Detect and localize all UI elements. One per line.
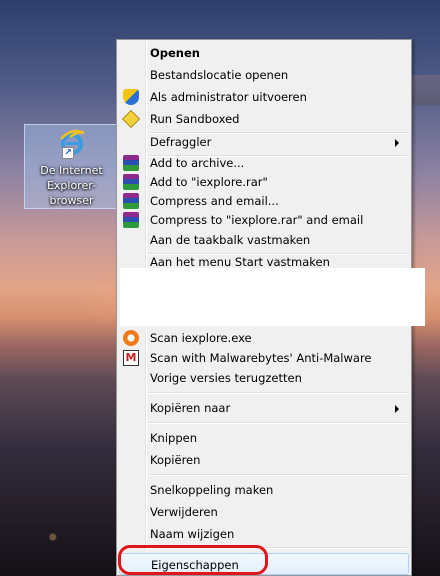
winrar-icon: [123, 212, 139, 228]
menu-item-label: Naam wijzigen: [150, 527, 235, 541]
menu-item-label: Run Sandboxed: [150, 112, 240, 126]
menu-item-label: Verwijderen: [150, 505, 218, 519]
menu-item-label: Vorige versies terugzetten: [150, 371, 302, 385]
menu-item-naam-wijzigen[interactable]: Naam wijzigen: [119, 523, 409, 545]
desktop-icon-internet-explorer[interactable]: ↗ De Internet Explorer-browser starten: [24, 124, 117, 210]
winrar-icon: [123, 155, 139, 171]
menu-separator: [148, 474, 407, 476]
menu-item-snelkoppeling-maken[interactable]: Snelkoppeling maken: [119, 479, 409, 501]
winrar-icon: [123, 174, 139, 190]
menu-item-label: Scan with Malwarebytes' Anti-Malware: [150, 351, 372, 365]
menu-item-bestandslocatie-openen[interactable]: Bestandslocatie openen: [119, 64, 409, 86]
submenu-arrow-icon: [395, 139, 399, 147]
menu-item-knippen[interactable]: Knippen: [119, 427, 409, 449]
menu-item-label: Kopiëren: [150, 453, 201, 467]
menu-separator: [148, 422, 407, 424]
menu-item-aan-de-taakbalk-vastmaken[interactable]: Aan de taakbalk vastmaken: [119, 229, 409, 251]
menu-item-label: Als administrator uitvoeren: [150, 90, 307, 104]
menu-item-vorige-versies-terugzetten[interactable]: Vorige versies terugzetten: [119, 367, 409, 389]
uac-shield-icon: [123, 89, 139, 105]
red-highlight-annotation: [118, 545, 268, 575]
menu-item-scan-malwarebytes[interactable]: M Scan with Malwarebytes' Anti-Malware: [119, 347, 409, 369]
menu-item-run-sandboxed[interactable]: Run Sandboxed: [119, 108, 409, 130]
menu-item-compress-to-iexplore-rar-and-email[interactable]: Compress to "iexplore.rar" and email: [119, 209, 409, 231]
avast-icon: [123, 330, 139, 346]
menu-item-kopieren-naar[interactable]: Kopiëren naar: [119, 397, 409, 419]
menu-item-scan-iexplore[interactable]: Scan iexplore.exe: [119, 327, 409, 349]
menu-item-openen[interactable]: Openen: [119, 42, 409, 64]
menu-item-label: Knippen: [150, 431, 197, 445]
menu-item-label: Aan de taakbalk vastmaken: [150, 233, 311, 247]
menu-item-label: Bestandslocatie openen: [150, 68, 289, 82]
menu-item-defraggler[interactable]: Defraggler: [119, 131, 409, 153]
menu-item-verwijderen[interactable]: Verwijderen: [119, 501, 409, 523]
submenu-arrow-icon: [395, 405, 399, 413]
desktop-icon-label: De Internet Explorer-browser starten: [40, 164, 103, 210]
menu-item-label: Kopiëren naar: [150, 401, 231, 415]
sandboxie-icon: [121, 109, 141, 129]
redacted-region: [120, 268, 425, 326]
menu-item-kopieren[interactable]: Kopiëren: [119, 449, 409, 471]
winrar-icon: [123, 193, 139, 209]
shortcut-arrow-icon: ↗: [62, 147, 74, 159]
menu-item-label: Compress to "iexplore.rar" and email: [150, 213, 364, 227]
menu-item-label: Snelkoppeling maken: [150, 483, 274, 497]
menu-item-label: Openen: [150, 46, 200, 60]
desktop-wallpaper-shore: [412, 75, 440, 105]
menu-item-label: Defraggler: [150, 135, 212, 149]
menu-separator: [148, 392, 407, 394]
malwarebytes-icon: M: [123, 350, 139, 366]
menu-item-als-administrator-uitvoeren[interactable]: Als administrator uitvoeren: [119, 86, 409, 108]
menu-item-label: Scan iexplore.exe: [150, 331, 252, 345]
